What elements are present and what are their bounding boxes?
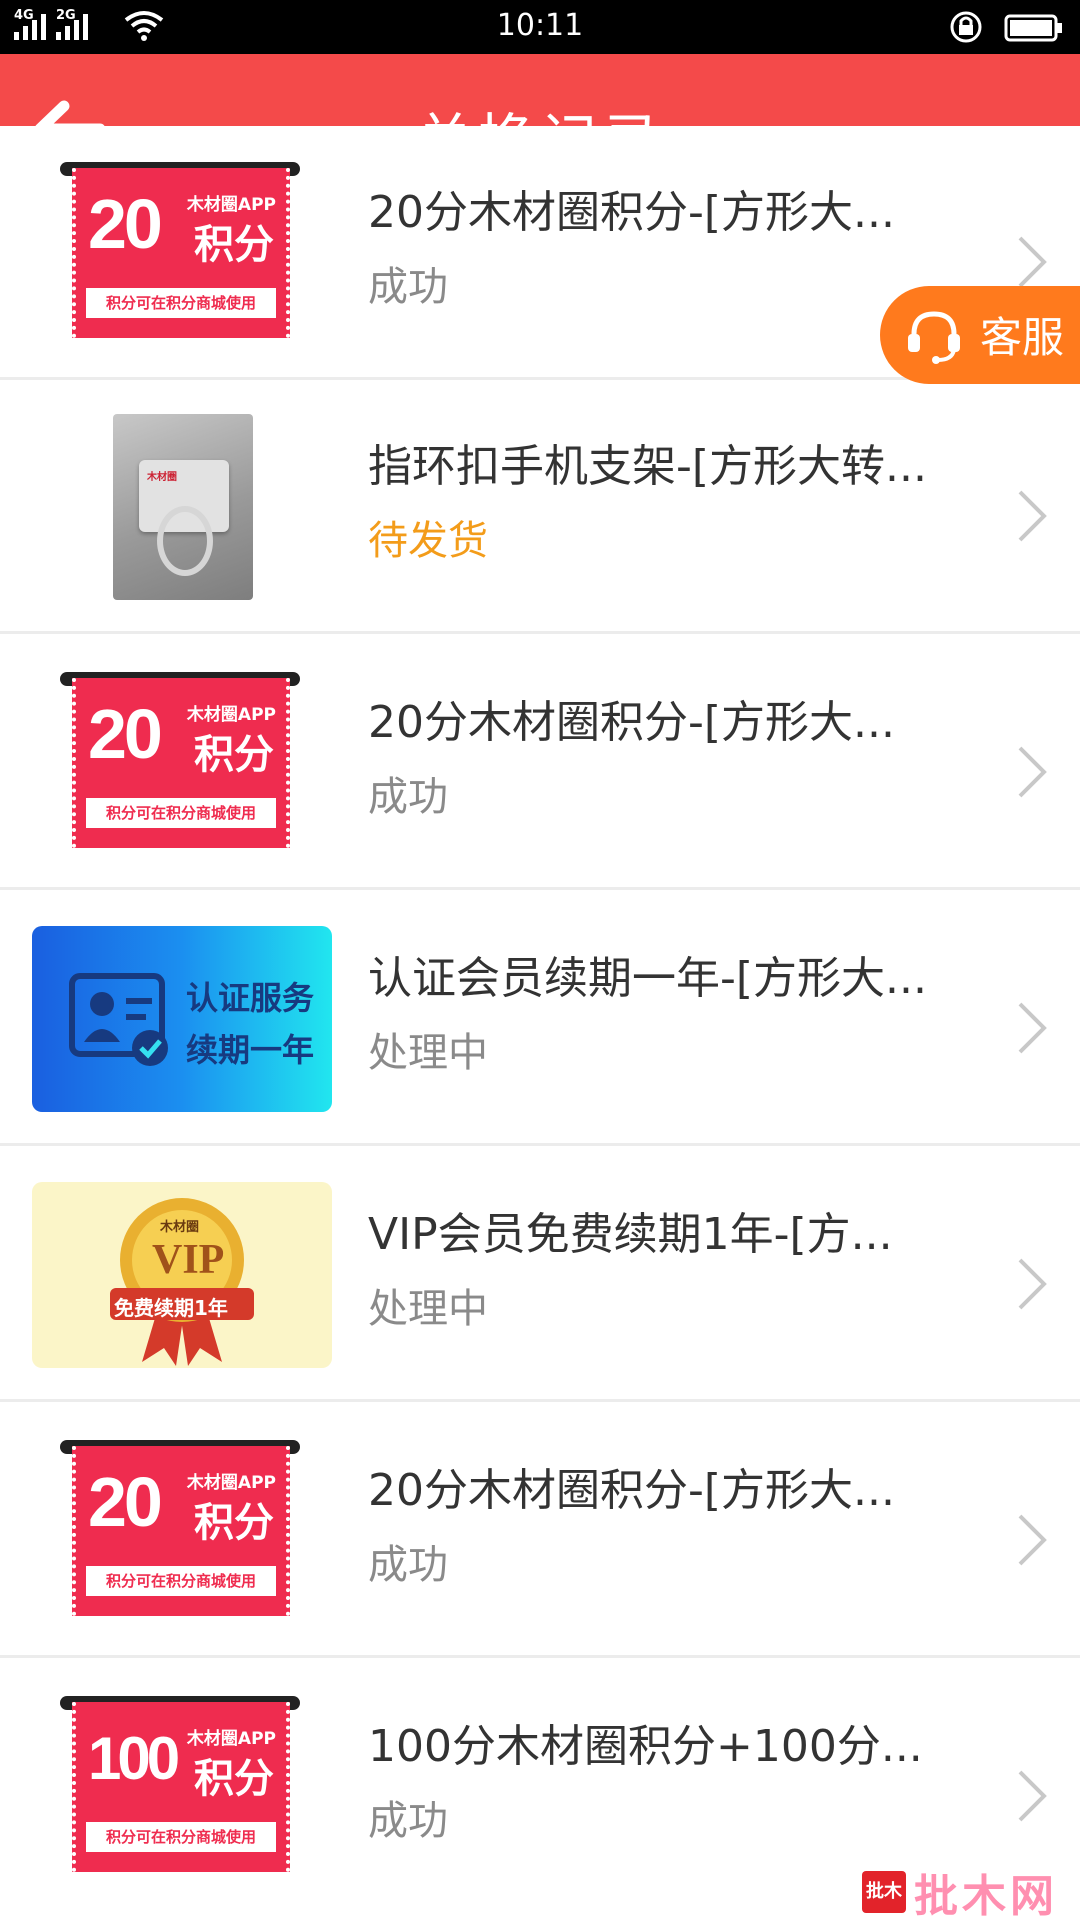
coupon-note: 积分可在积分商城使用 <box>86 288 276 318</box>
battery-icon <box>1004 14 1062 42</box>
list-item[interactable]: 认证服务 续期一年 认证会员续期一年-[方形大... 处理中 <box>0 892 1080 1146</box>
coupon-unit: 积分 <box>194 1500 274 1546</box>
cert-line-2: 续期一年 <box>186 1031 315 1069</box>
chevron-right-icon <box>1018 236 1047 288</box>
coupon-note: 积分可在积分商城使用 <box>86 798 276 828</box>
coupon-number: 20 <box>88 1463 163 1541</box>
status-time: 10:11 <box>496 8 584 43</box>
item-status: 成功 <box>368 1798 448 1844</box>
item-title: 20分木材圈积分-[方形大... <box>368 187 895 238</box>
item-title: 指环扣手机支架-[方形大转... <box>368 441 928 492</box>
item-status: 成功 <box>368 1542 448 1588</box>
coupon-unit: 积分 <box>194 1756 274 1802</box>
list-item[interactable]: 20 木材圈APP 积分 积分可在积分商城使用 20分木材圈积分-[方形大...… <box>0 1404 1080 1658</box>
item-title: 20分木材圈积分-[方形大... <box>368 1465 895 1516</box>
certification-renewal-image: 认证服务 续期一年 <box>32 926 332 1112</box>
site-watermark: 批木 批木网 <box>862 1860 1058 1924</box>
item-title: 认证会员续期一年-[方形大... <box>368 953 928 1004</box>
headset-icon <box>908 311 960 364</box>
points-coupon-image: 20 木材圈APP 积分 积分可在积分商城使用 <box>32 156 332 356</box>
list-item[interactable]: 20 木材圈APP 积分 积分可在积分商城使用 20分木材圈积分-[方形大...… <box>0 636 1080 890</box>
vip-renewal-image: 木材圈 VIP 免费续期1年 <box>32 1182 332 1368</box>
item-status: 成功 <box>368 774 448 820</box>
vip-brand: 木材圈 <box>160 1220 200 1235</box>
chevron-right-icon <box>1018 1514 1047 1566</box>
photo-logo: 木材圈 <box>147 472 177 483</box>
chevron-right-icon <box>1018 1258 1047 1310</box>
item-title: 20分木材圈积分-[方形大... <box>368 697 895 748</box>
item-status: 处理中 <box>368 1030 488 1076</box>
list-item[interactable]: 木材圈 指环扣手机支架-[方形大转... 待发货 <box>0 380 1080 634</box>
chevron-right-icon <box>1018 746 1047 798</box>
list-item[interactable]: 木材圈 VIP 免费续期1年 VIP会员免费续期1年-[方... 处理中 <box>0 1148 1080 1402</box>
item-title: VIP会员免费续期1年-[方... <box>368 1209 893 1260</box>
ring-holder-photo: 木材圈 <box>113 414 253 600</box>
rotation-lock-icon <box>950 11 982 43</box>
vip-ribbon: 免费续期1年 <box>114 1296 228 1320</box>
chevron-right-icon <box>1018 490 1047 542</box>
item-status: 处理中 <box>368 1286 488 1332</box>
coupon-number: 20 <box>88 695 163 773</box>
watermark-text: 批木网 <box>914 1871 1058 1922</box>
customer-service-label: 客服 <box>980 313 1065 362</box>
chevron-right-icon <box>1018 1002 1047 1054</box>
points-coupon-image: 20 木材圈APP 积分 积分可在积分商城使用 <box>32 666 332 866</box>
item-status: 待发货 <box>368 518 488 564</box>
item-title: 100分木材圈积分+100分... <box>368 1721 923 1772</box>
coupon-unit: 积分 <box>194 222 274 268</box>
id-card-check-icon <box>69 973 168 1066</box>
points-coupon-image: 100 木材圈APP 积分 积分可在积分商城使用 <box>32 1690 332 1890</box>
coupon-unit: 积分 <box>194 732 274 778</box>
cert-line-1: 认证服务 <box>186 979 315 1017</box>
coupon-number: 20 <box>88 185 163 263</box>
vip-badge: VIP <box>152 1237 225 1283</box>
status-bar: 4G 2G 10:11 <box>0 0 1080 54</box>
coupon-note: 积分可在积分商城使用 <box>86 1822 276 1852</box>
coupon-number: 100 <box>88 1725 180 1792</box>
coupon-note: 积分可在积分商城使用 <box>86 1566 276 1596</box>
item-status: 成功 <box>368 264 448 310</box>
watermark-badge: 批木 <box>862 1871 906 1913</box>
points-coupon-image: 20 木材圈APP 积分 积分可在积分商城使用 <box>32 1434 332 1634</box>
customer-service-button[interactable]: 客服 <box>880 286 1080 384</box>
chevron-right-icon <box>1018 1770 1047 1822</box>
